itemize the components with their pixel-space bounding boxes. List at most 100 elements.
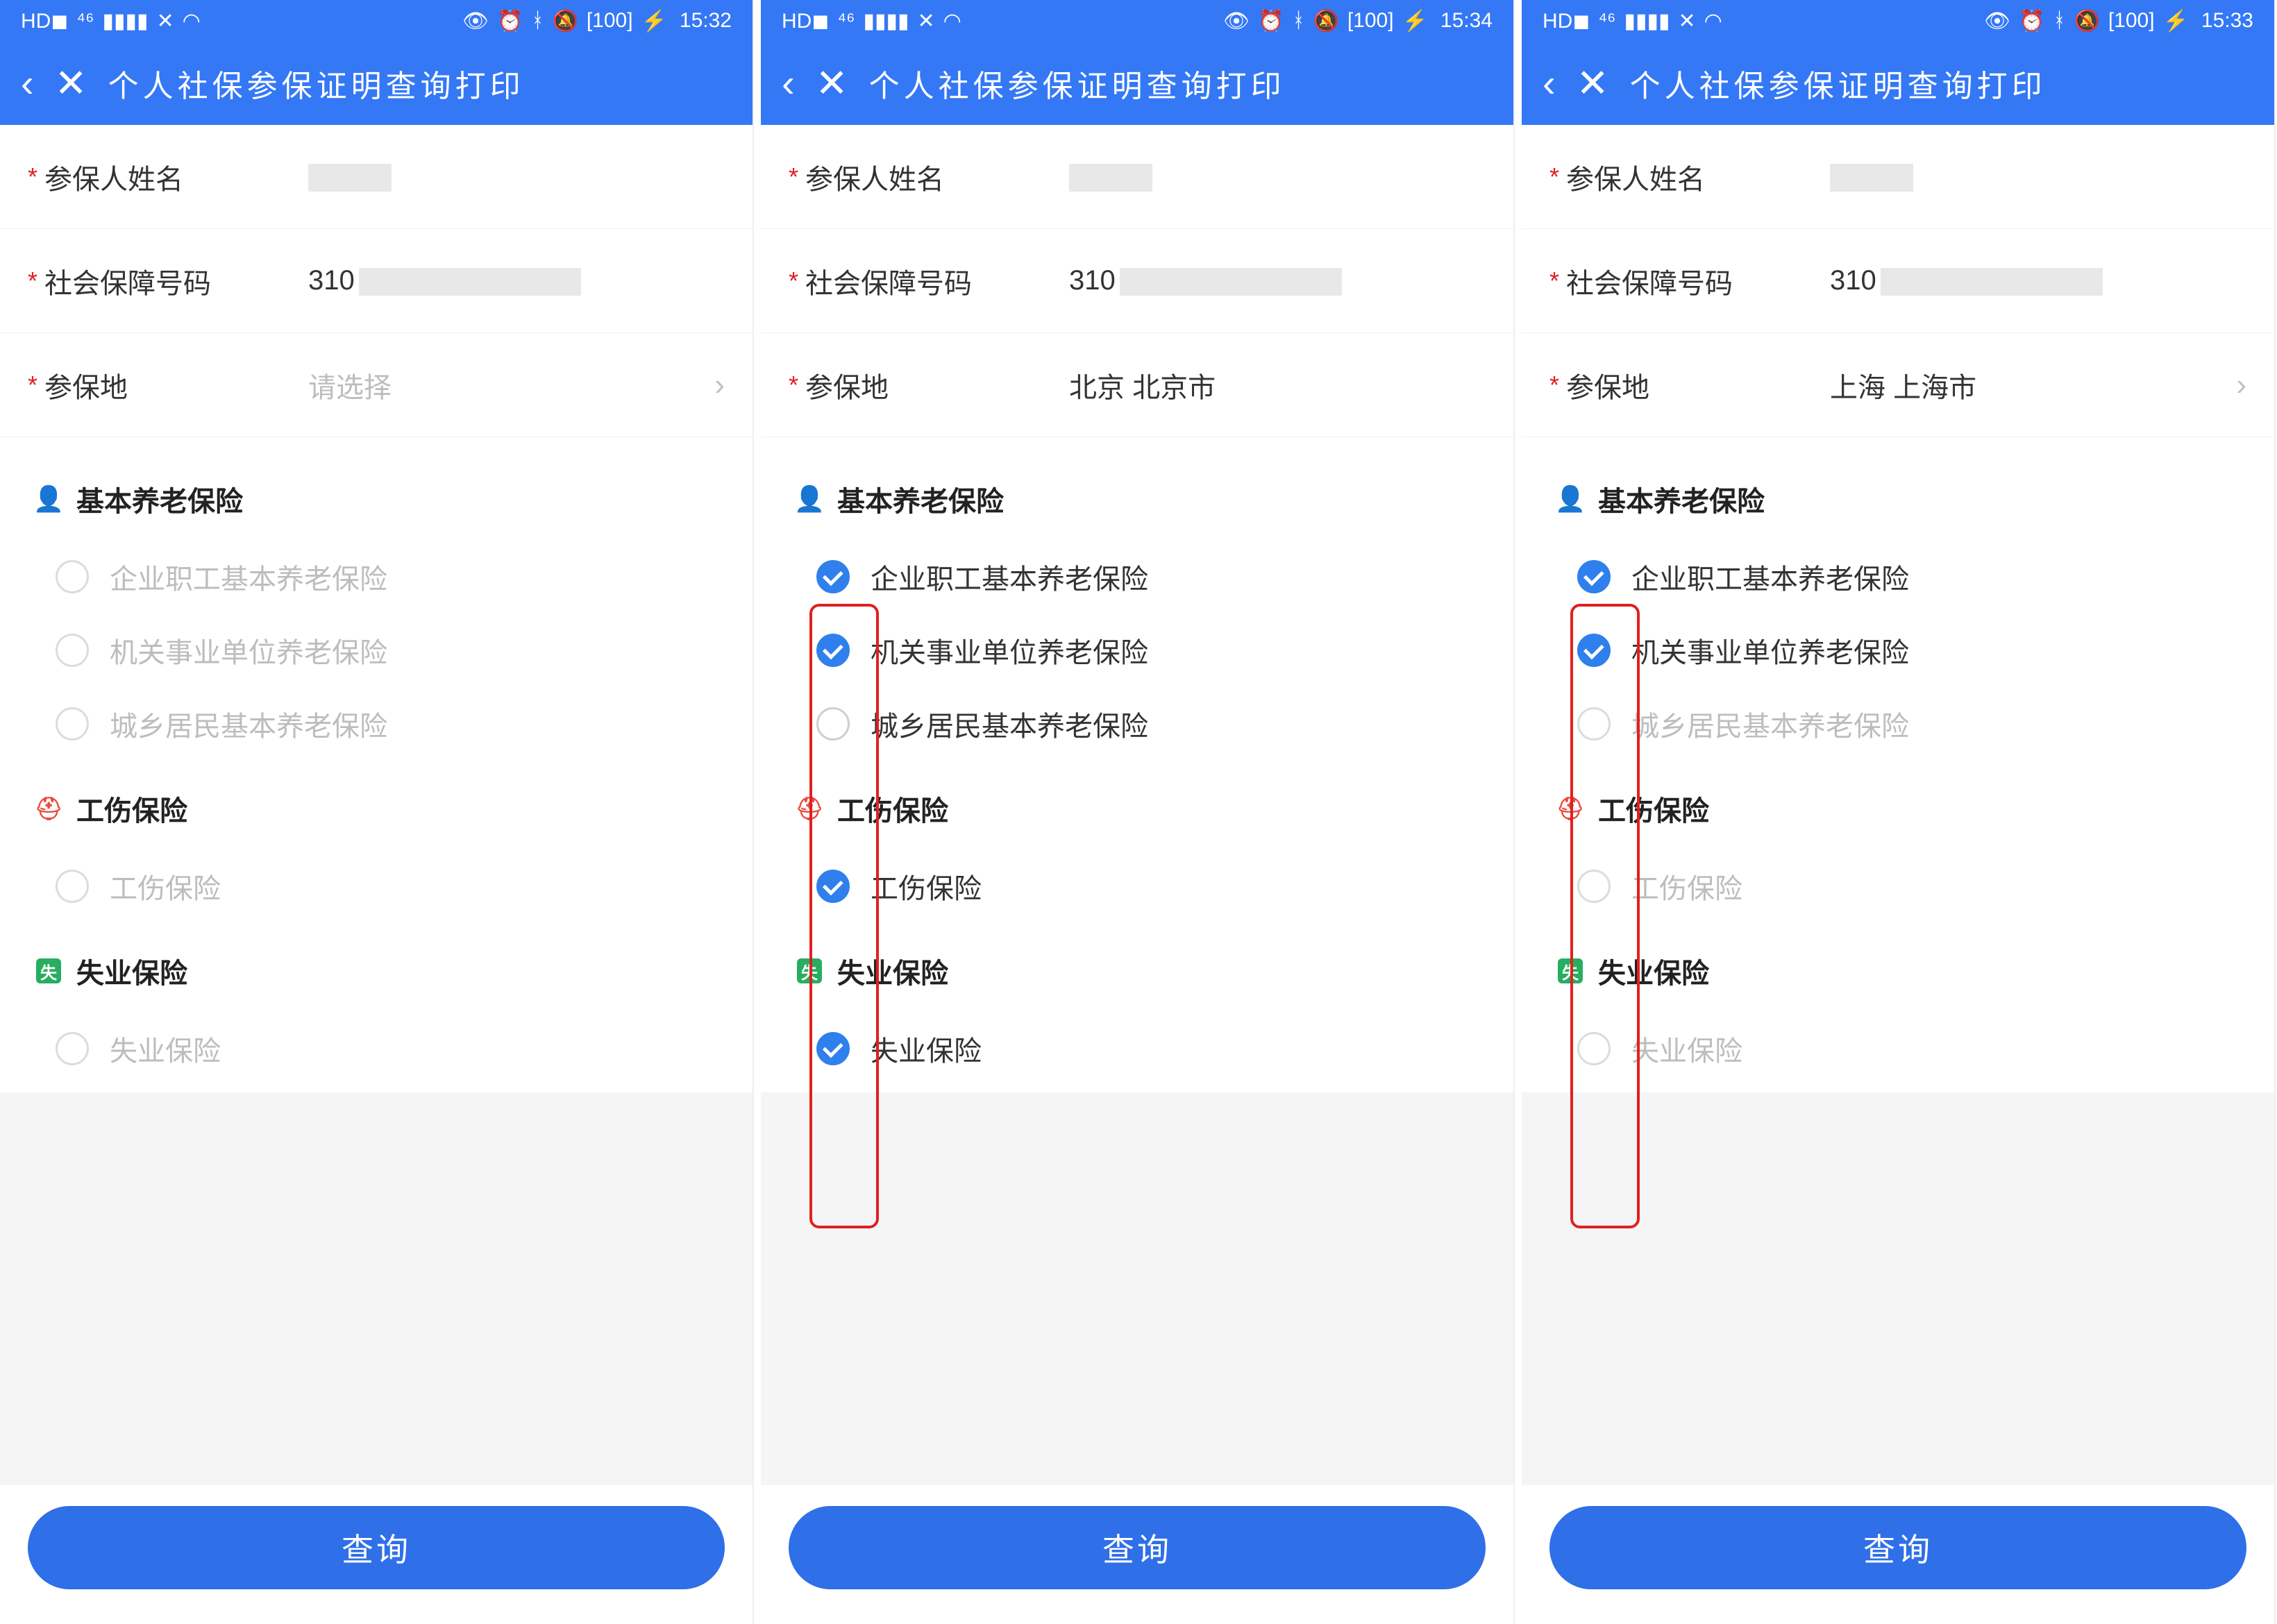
- status-bar: HD◼⁴⁶▮▮▮▮✕◠👁⏰ᚼ🔕[100]⚡15:33: [1522, 0, 2274, 42]
- option-label: 机关事业单位养老保险: [110, 630, 387, 670]
- unemployment-icon: 失: [796, 957, 823, 985]
- name-value[interactable]: [1027, 161, 1486, 192]
- clock: 15:34: [1440, 9, 1493, 33]
- section-pension: 👤 基本养老保险企业职工基本养老保险机关事业单位养老保险城乡居民基本养老保险: [0, 458, 753, 768]
- option-label: 企业职工基本养老保险: [1631, 557, 1909, 597]
- insurance-option[interactable]: 城乡居民基本养老保险: [796, 687, 1479, 761]
- row-location[interactable]: *参保地请选择›: [0, 333, 753, 437]
- ssn-value[interactable]: 310: [1027, 265, 1486, 296]
- status-left: HD◼⁴⁶▮▮▮▮✕◠: [1543, 9, 1722, 33]
- option-label: 企业职工基本养老保险: [110, 557, 387, 597]
- wifi-icon: ◠: [1704, 9, 1722, 33]
- option-label: 工伤保险: [1631, 866, 1742, 906]
- checkbox-circle[interactable]: [816, 870, 850, 903]
- helmet-icon: ⛑: [35, 795, 63, 822]
- location-value[interactable]: 请选择: [267, 365, 700, 405]
- checkbox-circle[interactable]: [1577, 634, 1611, 667]
- signal-4g-icon: ⁴⁶: [1598, 9, 1615, 33]
- row-ssn: *社会保障号码310: [1522, 229, 2274, 333]
- insurance-option: 失业保险: [35, 1012, 718, 1085]
- close-icon[interactable]: ✕: [816, 64, 848, 103]
- section-unemployment: 失失业保险失业保险: [761, 930, 1513, 1092]
- insurance-option[interactable]: 工伤保险: [796, 849, 1479, 923]
- query-button[interactable]: 查询: [1549, 1506, 2246, 1589]
- no-sim-icon: ✕: [1679, 9, 1696, 33]
- battery-icon: [100]: [587, 9, 633, 33]
- row-location[interactable]: *参保地北京 北京市: [761, 333, 1513, 437]
- option-label: 失业保险: [110, 1029, 221, 1069]
- name-value[interactable]: [1788, 161, 2246, 192]
- hd-icon: HD◼: [1543, 9, 1590, 33]
- mute-icon: 🔕: [1313, 9, 1338, 33]
- checkbox-circle[interactable]: [816, 707, 850, 741]
- query-button[interactable]: 查询: [789, 1506, 1486, 1589]
- checkbox-circle[interactable]: [816, 634, 850, 667]
- close-icon[interactable]: ✕: [1577, 64, 1609, 103]
- option-label: 失业保险: [1631, 1029, 1742, 1069]
- section-unemployment: 失失业保险失业保险: [0, 930, 753, 1092]
- section-head: 👤基本养老保险: [1556, 479, 2240, 519]
- ssn-value[interactable]: 310: [267, 265, 725, 296]
- bottom-bar: 查询: [1522, 1485, 2274, 1624]
- clock: 15:32: [680, 9, 732, 33]
- required-star: *: [1549, 162, 1559, 192]
- phone-screen-3: HD◼⁴⁶▮▮▮▮✕◠👁⏰ᚼ🔕[100]⚡15:33‹✕个人社保参保证明查询打印…: [1522, 0, 2276, 1624]
- required-star: *: [789, 162, 798, 192]
- insurance-option[interactable]: 企业职工基本养老保险: [1556, 540, 2240, 614]
- helmet-icon: ⛑: [796, 795, 824, 822]
- injury-icon: ⛑: [796, 795, 823, 822]
- redacted-name: [1830, 164, 1913, 192]
- chevron-right-icon: ›: [2236, 368, 2246, 403]
- back-icon[interactable]: ‹: [21, 64, 34, 103]
- option-label: 城乡居民基本养老保险: [110, 704, 387, 744]
- option-label: 机关事业单位养老保险: [1631, 630, 1909, 670]
- row-name: *参保人姓名: [1522, 125, 2274, 229]
- location-value[interactable]: 上海 上海市: [1788, 365, 2222, 405]
- name-label: 参保人姓名: [805, 157, 1027, 197]
- mute-icon: 🔕: [2074, 9, 2099, 33]
- helmet-icon: ⛑: [1556, 795, 1585, 822]
- location-label: 参保地: [1566, 365, 1788, 405]
- insurance-option[interactable]: 机关事业单位养老保险: [1556, 614, 2240, 687]
- section-title: 失业保险: [76, 951, 187, 991]
- insurance-option[interactable]: 失业保险: [796, 1012, 1479, 1085]
- close-icon[interactable]: ✕: [55, 64, 87, 103]
- unemployment-icon: 失: [36, 958, 61, 983]
- location-label: 参保地: [44, 365, 267, 405]
- bluetooth-icon: ᚼ: [1292, 9, 1304, 33]
- checkbox-circle: [56, 707, 89, 741]
- pension-icon: 👤: [35, 485, 62, 513]
- no-sim-icon: ✕: [157, 9, 174, 33]
- ssn-value[interactable]: 310: [1788, 265, 2246, 296]
- redacted-ssn: [1881, 268, 2103, 296]
- section-title: 基本养老保险: [76, 479, 243, 519]
- row-location[interactable]: *参保地上海 上海市›: [1522, 333, 2274, 437]
- insurance-option[interactable]: 企业职工基本养老保险: [796, 540, 1479, 614]
- status-right: 👁⏰ᚼ🔕[100]⚡15:33: [1984, 9, 2253, 33]
- section-head: 失失业保险: [796, 951, 1479, 991]
- phone-screen-1: HD◼⁴⁶▮▮▮▮✕◠👁⏰ᚼ🔕[100]⚡15:32‹✕个人社保参保证明查询打印…: [0, 0, 754, 1624]
- insurance-option[interactable]: 机关事业单位养老保险: [796, 614, 1479, 687]
- required-star: *: [28, 371, 37, 400]
- section-title: 失业保险: [1598, 951, 1709, 991]
- name-value[interactable]: [267, 161, 725, 192]
- section-title: 工伤保险: [837, 788, 948, 829]
- page-title: 个人社保参保证明查询打印: [108, 61, 525, 105]
- checkbox-circle: [1577, 1032, 1611, 1065]
- injury-icon: ⛑: [35, 795, 62, 822]
- checkbox-circle[interactable]: [816, 1032, 850, 1065]
- back-icon[interactable]: ‹: [1543, 64, 1556, 103]
- mute-icon: 🔕: [552, 9, 578, 33]
- clock: 15:33: [2201, 9, 2253, 33]
- form: *参保人姓名*社会保障号码310*参保地请选择›: [0, 125, 753, 437]
- back-icon[interactable]: ‹: [782, 64, 795, 103]
- section-injury: ⛑工伤保险工伤保险: [761, 768, 1513, 930]
- location-value[interactable]: 北京 北京市: [1027, 365, 1486, 405]
- wifi-icon: ◠: [943, 9, 961, 33]
- checkbox-circle[interactable]: [816, 560, 850, 593]
- query-button[interactable]: 查询: [28, 1506, 725, 1589]
- battery-icon: [100]: [1347, 9, 1394, 33]
- checkbox-circle[interactable]: [1577, 560, 1611, 593]
- option-label: 企业职工基本养老保险: [871, 557, 1148, 597]
- insurance-option: 工伤保险: [1556, 849, 2240, 923]
